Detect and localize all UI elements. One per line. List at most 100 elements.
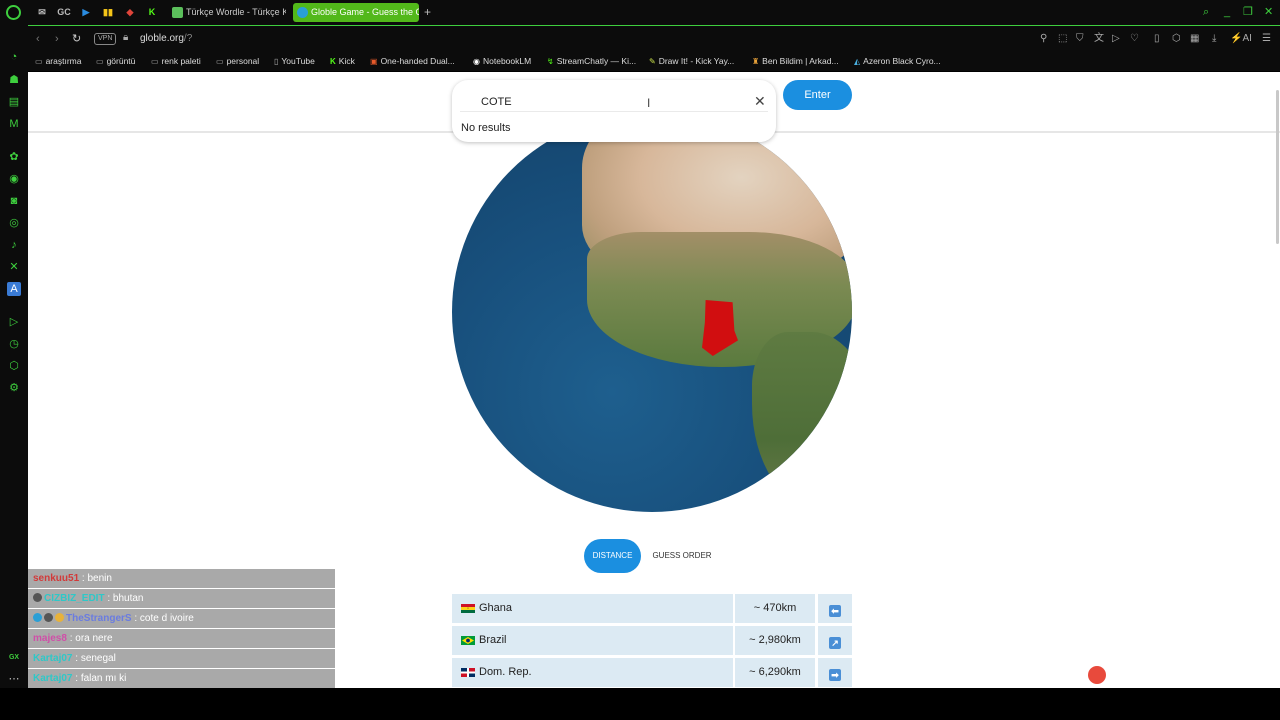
close-window-icon[interactable]: ✕ xyxy=(1264,5,1273,19)
chat-username: Kartaj07 xyxy=(33,653,73,664)
settings-icon[interactable]: ⚙ xyxy=(7,381,21,395)
tab-turkce-wordle[interactable]: Türkçe Wordle - Türkçe Ke xyxy=(168,3,286,22)
shield-icon[interactable]: ⛉ xyxy=(1076,32,1084,46)
bookmark-item[interactable]: ↯ StreamChatly — Ki... xyxy=(547,54,636,69)
bookmark-label: görüntü xyxy=(106,56,136,66)
browser-logo-icon[interactable] xyxy=(6,5,21,20)
tab-title: Globle Game - Guess the C xyxy=(311,7,419,17)
bookmark-item[interactable]: ▭ personal xyxy=(216,54,259,69)
country-cell: Ghana xyxy=(452,594,733,623)
bookmark-item[interactable]: ▯ YouTube xyxy=(274,54,315,69)
chat-message: TheStrangerS : cote d ivoire xyxy=(28,609,335,628)
vpn-badge[interactable]: VPN xyxy=(94,33,117,45)
chat-text: ora nere xyxy=(75,633,113,644)
bookmark-item[interactable]: K Kick xyxy=(330,54,355,69)
globe[interactable] xyxy=(452,112,852,512)
scrollbar-thumb[interactable] xyxy=(1276,90,1279,244)
country-cell: Brazil xyxy=(452,626,733,655)
bookmark-item[interactable]: ◭ Azeron Black Cyro... xyxy=(854,54,941,69)
history-icon[interactable]: ◷ xyxy=(7,337,21,351)
forward-icon[interactable]: › xyxy=(55,32,59,46)
bookmark-label: Azeron Black Cyro... xyxy=(863,56,941,66)
country-search: COTE I ✕ No results xyxy=(452,80,776,142)
bookmark-item[interactable]: ▭ renk paleti xyxy=(151,54,201,69)
tiktok-icon[interactable]: ♪ xyxy=(7,238,21,252)
search-input[interactable]: COTE xyxy=(481,96,512,108)
chat-message: Kartaj07 : falan mı ki xyxy=(28,669,335,688)
reload-icon[interactable]: ↻ xyxy=(72,32,81,46)
chat-message: Kartaj07 : senegal xyxy=(28,649,335,668)
browser-sidebar: ◔ ☗ ▤ M ✿ ◉ ◙ ◎ ♪ ✕ A ▷ ◷ ⬡ ⚙ GX ⋯ xyxy=(0,0,28,720)
download-icon[interactable]: ⤓ xyxy=(1212,32,1216,46)
country-name: Ghana xyxy=(479,602,513,614)
restore-icon[interactable]: ❐ xyxy=(1243,5,1253,19)
bookmark-item[interactable]: ◉ NotebookLM xyxy=(473,54,531,69)
translate-icon[interactable]: A xyxy=(7,282,21,296)
music-icon[interactable]: M xyxy=(7,117,21,131)
gx-corner-icon[interactable]: GX xyxy=(7,651,21,665)
ai-assistant-icon[interactable]: ⚡AI xyxy=(1230,32,1252,46)
document-icon[interactable]: ▯ xyxy=(1154,32,1160,46)
whatsapp-icon[interactable]: ◉ xyxy=(7,172,21,186)
x-icon[interactable]: ✕ xyxy=(7,260,21,274)
instagram-icon[interactable]: ◎ xyxy=(7,216,21,230)
menu-icon[interactable]: ☰ xyxy=(1262,32,1271,46)
pinned-tab-game[interactable]: ◆ xyxy=(122,5,138,19)
bookmark-label: Draw It! - Kick Yay... xyxy=(658,56,735,66)
brazil-flag-icon xyxy=(461,636,475,645)
url-field[interactable]: globle.org/? xyxy=(140,32,192,46)
pinned-tab-kick[interactable]: K xyxy=(144,5,160,19)
arrow-right-icon: ➡ xyxy=(829,669,841,681)
distance-toggle[interactable]: DISTANCE xyxy=(584,539,641,573)
search-tabs-icon[interactable]: ⌕ xyxy=(1203,5,1209,19)
bookmark-item[interactable]: ♜ Ben Bildim | Arkad... xyxy=(752,54,839,69)
notebook-icon: ◉ xyxy=(473,57,480,66)
player-icon[interactable]: ▷ xyxy=(7,315,21,329)
more-icon[interactable]: ⋯ xyxy=(7,672,21,686)
guess-row: Ghana ~ 470km ⬅ xyxy=(452,594,852,623)
bookmark-item[interactable]: ▭ araştırma xyxy=(35,54,81,69)
stream-logo-icon xyxy=(1088,666,1106,684)
clear-search-icon[interactable]: ✕ xyxy=(754,93,766,110)
wordle-favicon-icon xyxy=(172,7,183,18)
dominican-republic-flag-icon xyxy=(461,668,475,677)
bookmark-item[interactable]: ▭ görüntü xyxy=(96,54,135,69)
lock-icon[interactable]: 🔒︎ xyxy=(123,32,128,43)
tab-bar: ✉ GC ▶ ▮▮ ◆ K Türkçe Wordle - Türkçe Ke … xyxy=(28,0,1280,25)
tab-globle-game[interactable]: Globle Game - Guess the C xyxy=(293,3,419,22)
chat-message: senkuu51 : benin xyxy=(28,569,335,588)
pinned-tab-play[interactable]: ▶ xyxy=(78,5,94,19)
pinned-tab-mail[interactable]: ✉ xyxy=(34,5,50,19)
bookmark-label: NotebookLM xyxy=(482,56,532,66)
translate-page-icon[interactable]: 文 xyxy=(1094,32,1104,46)
extension-puzzle-icon[interactable]: ⬡ xyxy=(1172,32,1181,46)
speed-dial-icon[interactable]: ◔ xyxy=(7,50,21,64)
guess-row: Dom. Rep. ~ 6,290km ➡ xyxy=(452,658,852,687)
back-icon[interactable]: ‹ xyxy=(36,32,40,46)
pinned-tab-bars[interactable]: ▮▮ xyxy=(100,5,116,19)
bookmark-item[interactable]: ✎ Draw It! - Kick Yay... xyxy=(649,54,734,69)
chat-username: CIZBIZ_EDIT xyxy=(44,593,105,604)
bookmark-item[interactable]: ▣ One-handed Dual... xyxy=(370,54,455,69)
discord-icon[interactable]: ◙ xyxy=(7,194,21,208)
pin-page-icon[interactable]: ⚲ xyxy=(1040,32,1047,46)
chatgpt-icon[interactable]: ✿ xyxy=(7,150,21,164)
arrow-left-icon: ⬅ xyxy=(829,605,841,617)
globe-favicon-icon xyxy=(297,7,308,18)
tv-icon[interactable]: ▤ xyxy=(7,95,21,109)
ai-icon[interactable]: ☗ xyxy=(7,73,21,87)
pinned-tab-gc[interactable]: GC xyxy=(56,5,72,19)
profile-icon[interactable]: ▦ xyxy=(1190,32,1199,46)
bookmark-label: renk paleti xyxy=(161,56,201,66)
heart-icon[interactable]: ♡ xyxy=(1130,32,1139,46)
extensions-icon[interactable]: ⬡ xyxy=(7,359,21,373)
snapshot-icon[interactable]: ⬚ xyxy=(1058,32,1067,46)
enter-button[interactable]: Enter xyxy=(783,80,852,110)
guess-order-toggle[interactable]: GUESS ORDER xyxy=(648,539,716,573)
page-icon: ↯ xyxy=(547,57,554,66)
chat-text: bhutan xyxy=(112,593,144,604)
new-tab-button[interactable]: + xyxy=(424,5,431,19)
play-media-icon[interactable]: ▷ xyxy=(1112,32,1120,46)
chat-username: Kartaj07 xyxy=(33,673,73,684)
minimize-icon[interactable]: _ xyxy=(1224,5,1230,19)
